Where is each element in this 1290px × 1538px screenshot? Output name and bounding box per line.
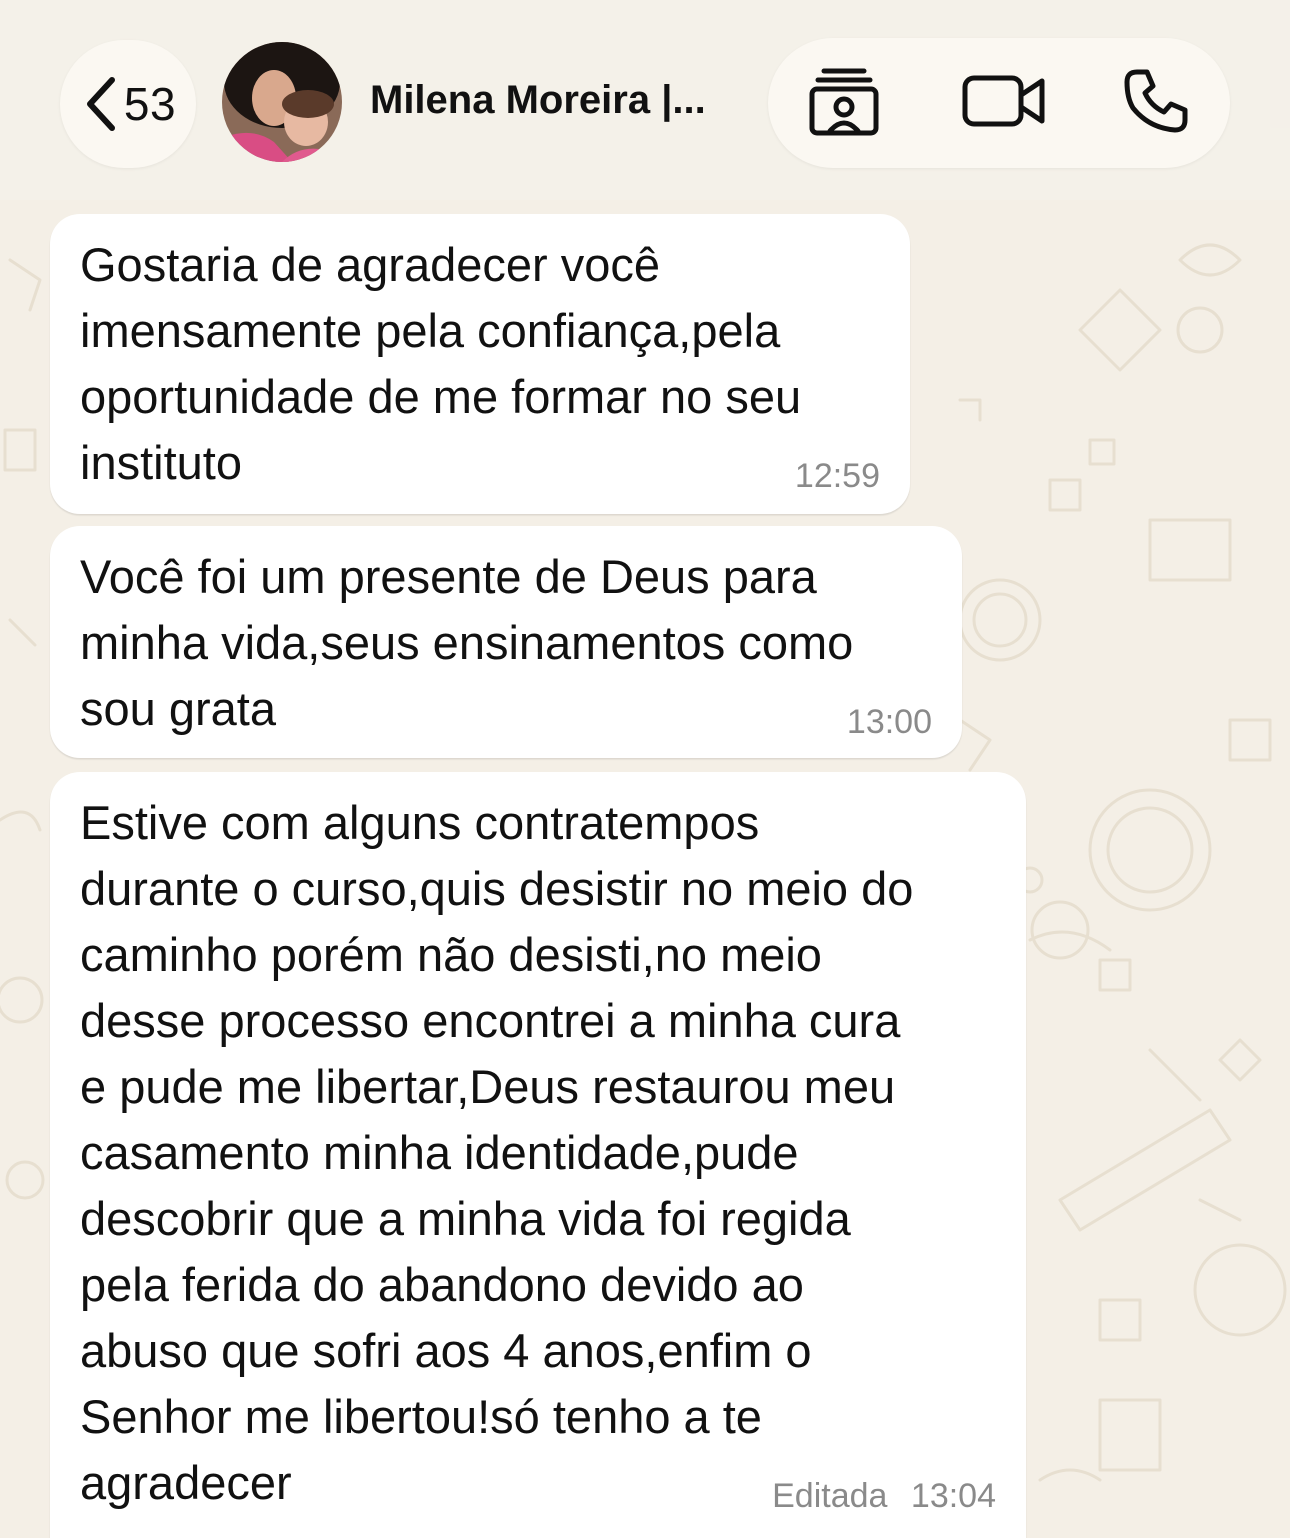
message-text: Estive com alguns contratempos durante o…	[80, 796, 914, 1509]
contact-avatar[interactable]	[222, 42, 342, 162]
edited-label: Editada	[772, 1477, 888, 1515]
chevron-left-icon	[80, 74, 120, 134]
chat-header: 53 Milena Moreira |...	[0, 0, 1290, 200]
message-text: Você foi um presente de Deus para minha …	[80, 550, 854, 735]
video-camera-icon	[962, 71, 1046, 136]
message-meta: 13:00	[847, 703, 932, 742]
message-time: 12:59	[794, 457, 880, 495]
message-bubble[interactable]: Gostaria de agradecer você imensamente p…	[50, 214, 910, 514]
video-call-button[interactable]	[962, 63, 1046, 143]
contact-name[interactable]: Milena Moreira |...	[370, 78, 706, 123]
message-time: 13:00	[846, 703, 932, 741]
voice-call-button[interactable]	[1116, 63, 1196, 143]
call-actions	[768, 38, 1230, 168]
back-button[interactable]: 53	[60, 40, 196, 168]
message-bubble[interactable]: Estive com alguns contratempos durante o…	[50, 772, 1026, 1538]
contact-card-button[interactable]	[804, 63, 884, 143]
message-time: 13:04	[910, 1477, 996, 1515]
unread-count: 53	[123, 78, 177, 130]
contact-card-icon	[808, 65, 880, 142]
message-meta: Editada 13:04	[772, 1477, 996, 1516]
phone-icon	[1123, 68, 1189, 139]
message-text: Gostaria de agradecer você imensamente p…	[80, 238, 802, 489]
message-bubble[interactable]: Você foi um presente de Deus para minha …	[50, 526, 962, 758]
message-meta: 12:59	[795, 457, 880, 496]
